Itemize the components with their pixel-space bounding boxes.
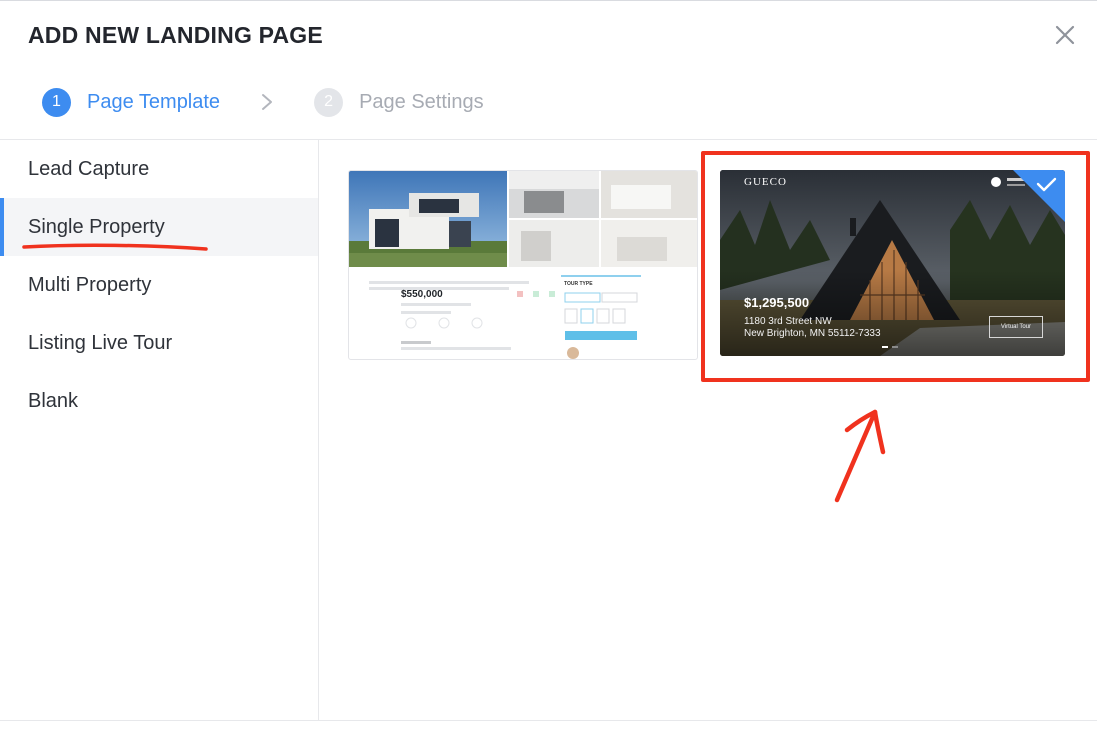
template-card-1[interactable]: $550,000 TOUR TYPE <box>348 170 698 360</box>
sidebar-item-blank[interactable]: Blank <box>0 372 318 430</box>
template-category-list: Lead Capture Single Property Multi Prope… <box>0 140 318 430</box>
annotation-underline <box>22 243 208 251</box>
step-page-settings[interactable]: 2 Page Settings <box>314 87 484 117</box>
sidebar-item-lead-capture[interactable]: Lead Capture <box>0 140 318 198</box>
stepper: 1 Page Template 2 Page Settings <box>42 87 484 117</box>
sidebar-item-listing-live-tour[interactable]: Listing Live Tour <box>0 314 318 372</box>
step-label: Page Template <box>87 90 221 113</box>
step-label: Page Settings <box>359 90 484 113</box>
top-border <box>0 0 1097 1</box>
step-page-template[interactable]: 1 Page Template <box>42 87 221 117</box>
sidebar-item-multi-property[interactable]: Multi Property <box>0 256 318 314</box>
step-number: 2 <box>314 87 344 117</box>
annotation-highlight-box <box>701 151 1090 382</box>
dialog-title: ADD NEW LANDING PAGE <box>28 22 323 48</box>
add-landing-page-dialog: ADD NEW LANDING PAGE 1 Page Template 2 P… <box>0 0 1097 732</box>
close-icon[interactable] <box>1050 20 1080 50</box>
template-tour-type-label: TOUR TYPE <box>564 281 593 287</box>
step-number: 1 <box>42 87 71 117</box>
divider <box>318 140 319 720</box>
chevron-right-icon <box>262 94 273 110</box>
template-preview-image <box>349 171 697 359</box>
template-price: $550,000 <box>401 289 443 300</box>
divider <box>0 720 1097 721</box>
annotation-arrow-icon <box>834 409 886 503</box>
